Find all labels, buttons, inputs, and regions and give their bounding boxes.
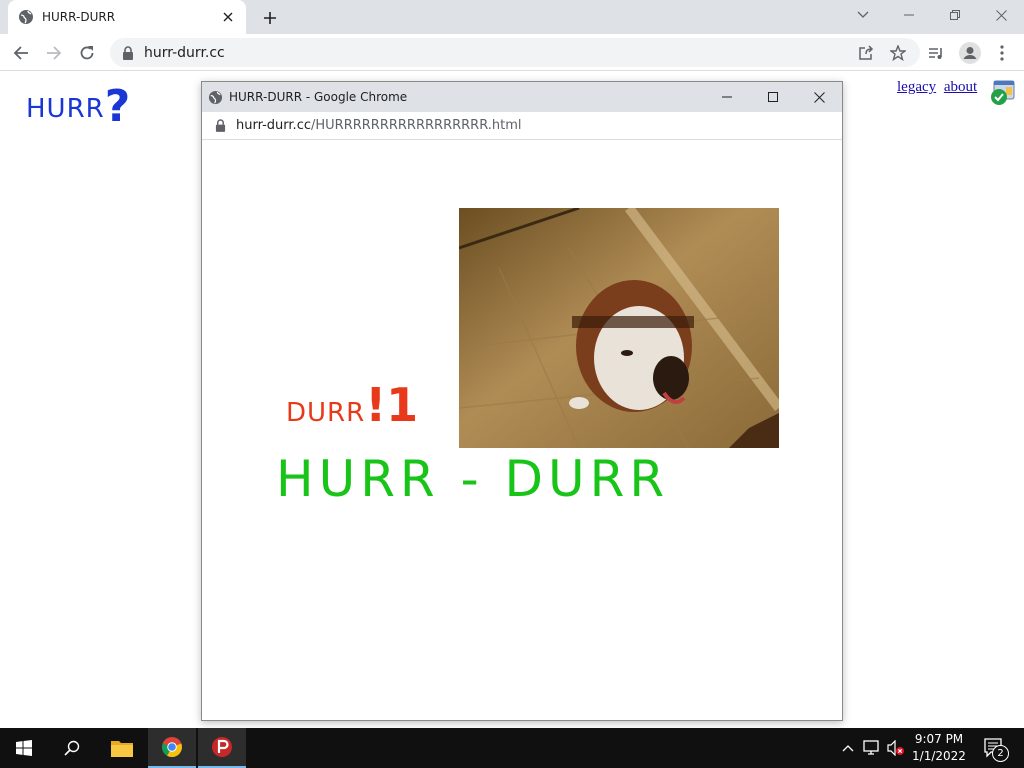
tab-search-button[interactable] — [840, 0, 886, 30]
taskbar-clock[interactable]: 9:07 PM 1/1/2022 — [908, 731, 970, 765]
reading-list-icon — [929, 48, 942, 59]
browser-toolbar: hurr-durr.cc — [0, 34, 1024, 71]
start-button[interactable] — [0, 728, 48, 768]
globe-icon — [208, 90, 223, 104]
psiphon-icon — [212, 737, 232, 757]
close-window-button[interactable] — [978, 0, 1024, 30]
search-icon — [64, 740, 80, 756]
close-icon — [813, 91, 825, 103]
network-tray-icon[interactable] — [862, 738, 882, 758]
clock-time: 9:07 PM — [914, 732, 964, 746]
clock-date: 1/1/2022 — [912, 749, 966, 763]
minimize-icon — [722, 96, 732, 98]
menu-icon — [1000, 45, 1004, 61]
browser-tab[interactable]: HURR-DURR — [8, 0, 246, 34]
plus-icon — [264, 12, 276, 24]
popup-window: HURR-DURR - Google Chrome hurr-durr.cc/H… — [201, 81, 843, 721]
chevron-up-icon — [842, 745, 854, 752]
address-bar[interactable]: hurr-durr.cc — [110, 38, 920, 67]
top-links: legacy about — [897, 79, 981, 96]
windows-icon — [16, 740, 32, 756]
show-hidden-icons-button[interactable] — [838, 738, 858, 758]
restore-button[interactable] — [932, 0, 978, 30]
globe-icon — [19, 10, 33, 24]
about-link[interactable]: about — [944, 79, 977, 95]
volume-muted-icon — [887, 740, 904, 756]
minimize-button[interactable] — [886, 0, 932, 30]
bookmark-button[interactable] — [884, 39, 912, 67]
profile-icon — [959, 42, 981, 64]
forward-icon — [47, 46, 62, 60]
maximize-icon — [768, 92, 778, 102]
search-button[interactable] — [48, 728, 96, 768]
lock-icon — [215, 119, 226, 132]
profile-button[interactable] — [956, 39, 984, 67]
chrome-icon — [162, 737, 182, 758]
taskbar: 9:07 PM 1/1/2022 2 — [0, 728, 1024, 768]
headline: HURR - DURR — [276, 450, 670, 508]
restore-icon — [950, 10, 960, 20]
popup-title: HURR-DURR - Google Chrome — [229, 90, 408, 104]
legacy-link[interactable]: legacy — [897, 79, 936, 95]
tab-strip: HURR-DURR — [0, 0, 1024, 34]
extension-icon[interactable] — [988, 79, 1016, 107]
forward-button[interactable] — [40, 39, 68, 67]
volume-tray-icon[interactable] — [886, 738, 906, 758]
url-text: hurr-durr.cc — [144, 44, 225, 61]
bulldog-image — [459, 208, 779, 448]
logo-text: HURR — [26, 94, 105, 124]
close-icon[interactable] — [220, 9, 236, 25]
popup-address-bar[interactable]: hurr-durr.cc/HURRRRRRRRRRRRRRRRR.html — [202, 112, 842, 140]
site-logo[interactable]: HURR? — [26, 77, 131, 132]
popup-close-button[interactable] — [796, 82, 842, 112]
close-icon — [995, 9, 1007, 21]
popup-titlebar[interactable]: HURR-DURR - Google Chrome — [202, 82, 842, 112]
psiphon-taskbar-button[interactable] — [198, 728, 246, 768]
reload-icon — [80, 46, 94, 60]
new-tab-button[interactable] — [258, 6, 282, 30]
popup-minimize-button[interactable] — [704, 82, 750, 112]
tab-title: HURR-DURR — [42, 10, 116, 24]
folder-icon — [111, 741, 133, 757]
chrome-taskbar-button[interactable] — [148, 728, 196, 768]
popup-maximize-button[interactable] — [750, 82, 796, 112]
menu-button[interactable] — [988, 39, 1016, 67]
share-icon — [859, 45, 874, 60]
file-explorer-button[interactable] — [98, 728, 146, 768]
chevron-down-icon — [857, 11, 869, 18]
lock-icon — [123, 45, 133, 60]
notification-count: 2 — [992, 745, 1009, 762]
durr-text: DURR!1 — [286, 378, 419, 432]
star-icon — [890, 45, 906, 61]
back-icon — [13, 46, 28, 60]
logo-mark: ? — [104, 81, 132, 132]
popup-url: hurr-durr.cc/HURRRRRRRRRRRRRRRRR.html — [236, 118, 522, 133]
share-button[interactable] — [852, 39, 880, 67]
network-icon — [863, 740, 879, 755]
back-button[interactable] — [7, 39, 35, 67]
reading-list-button[interactable] — [922, 39, 950, 67]
reload-button[interactable] — [73, 39, 101, 67]
minimize-icon — [904, 14, 914, 16]
